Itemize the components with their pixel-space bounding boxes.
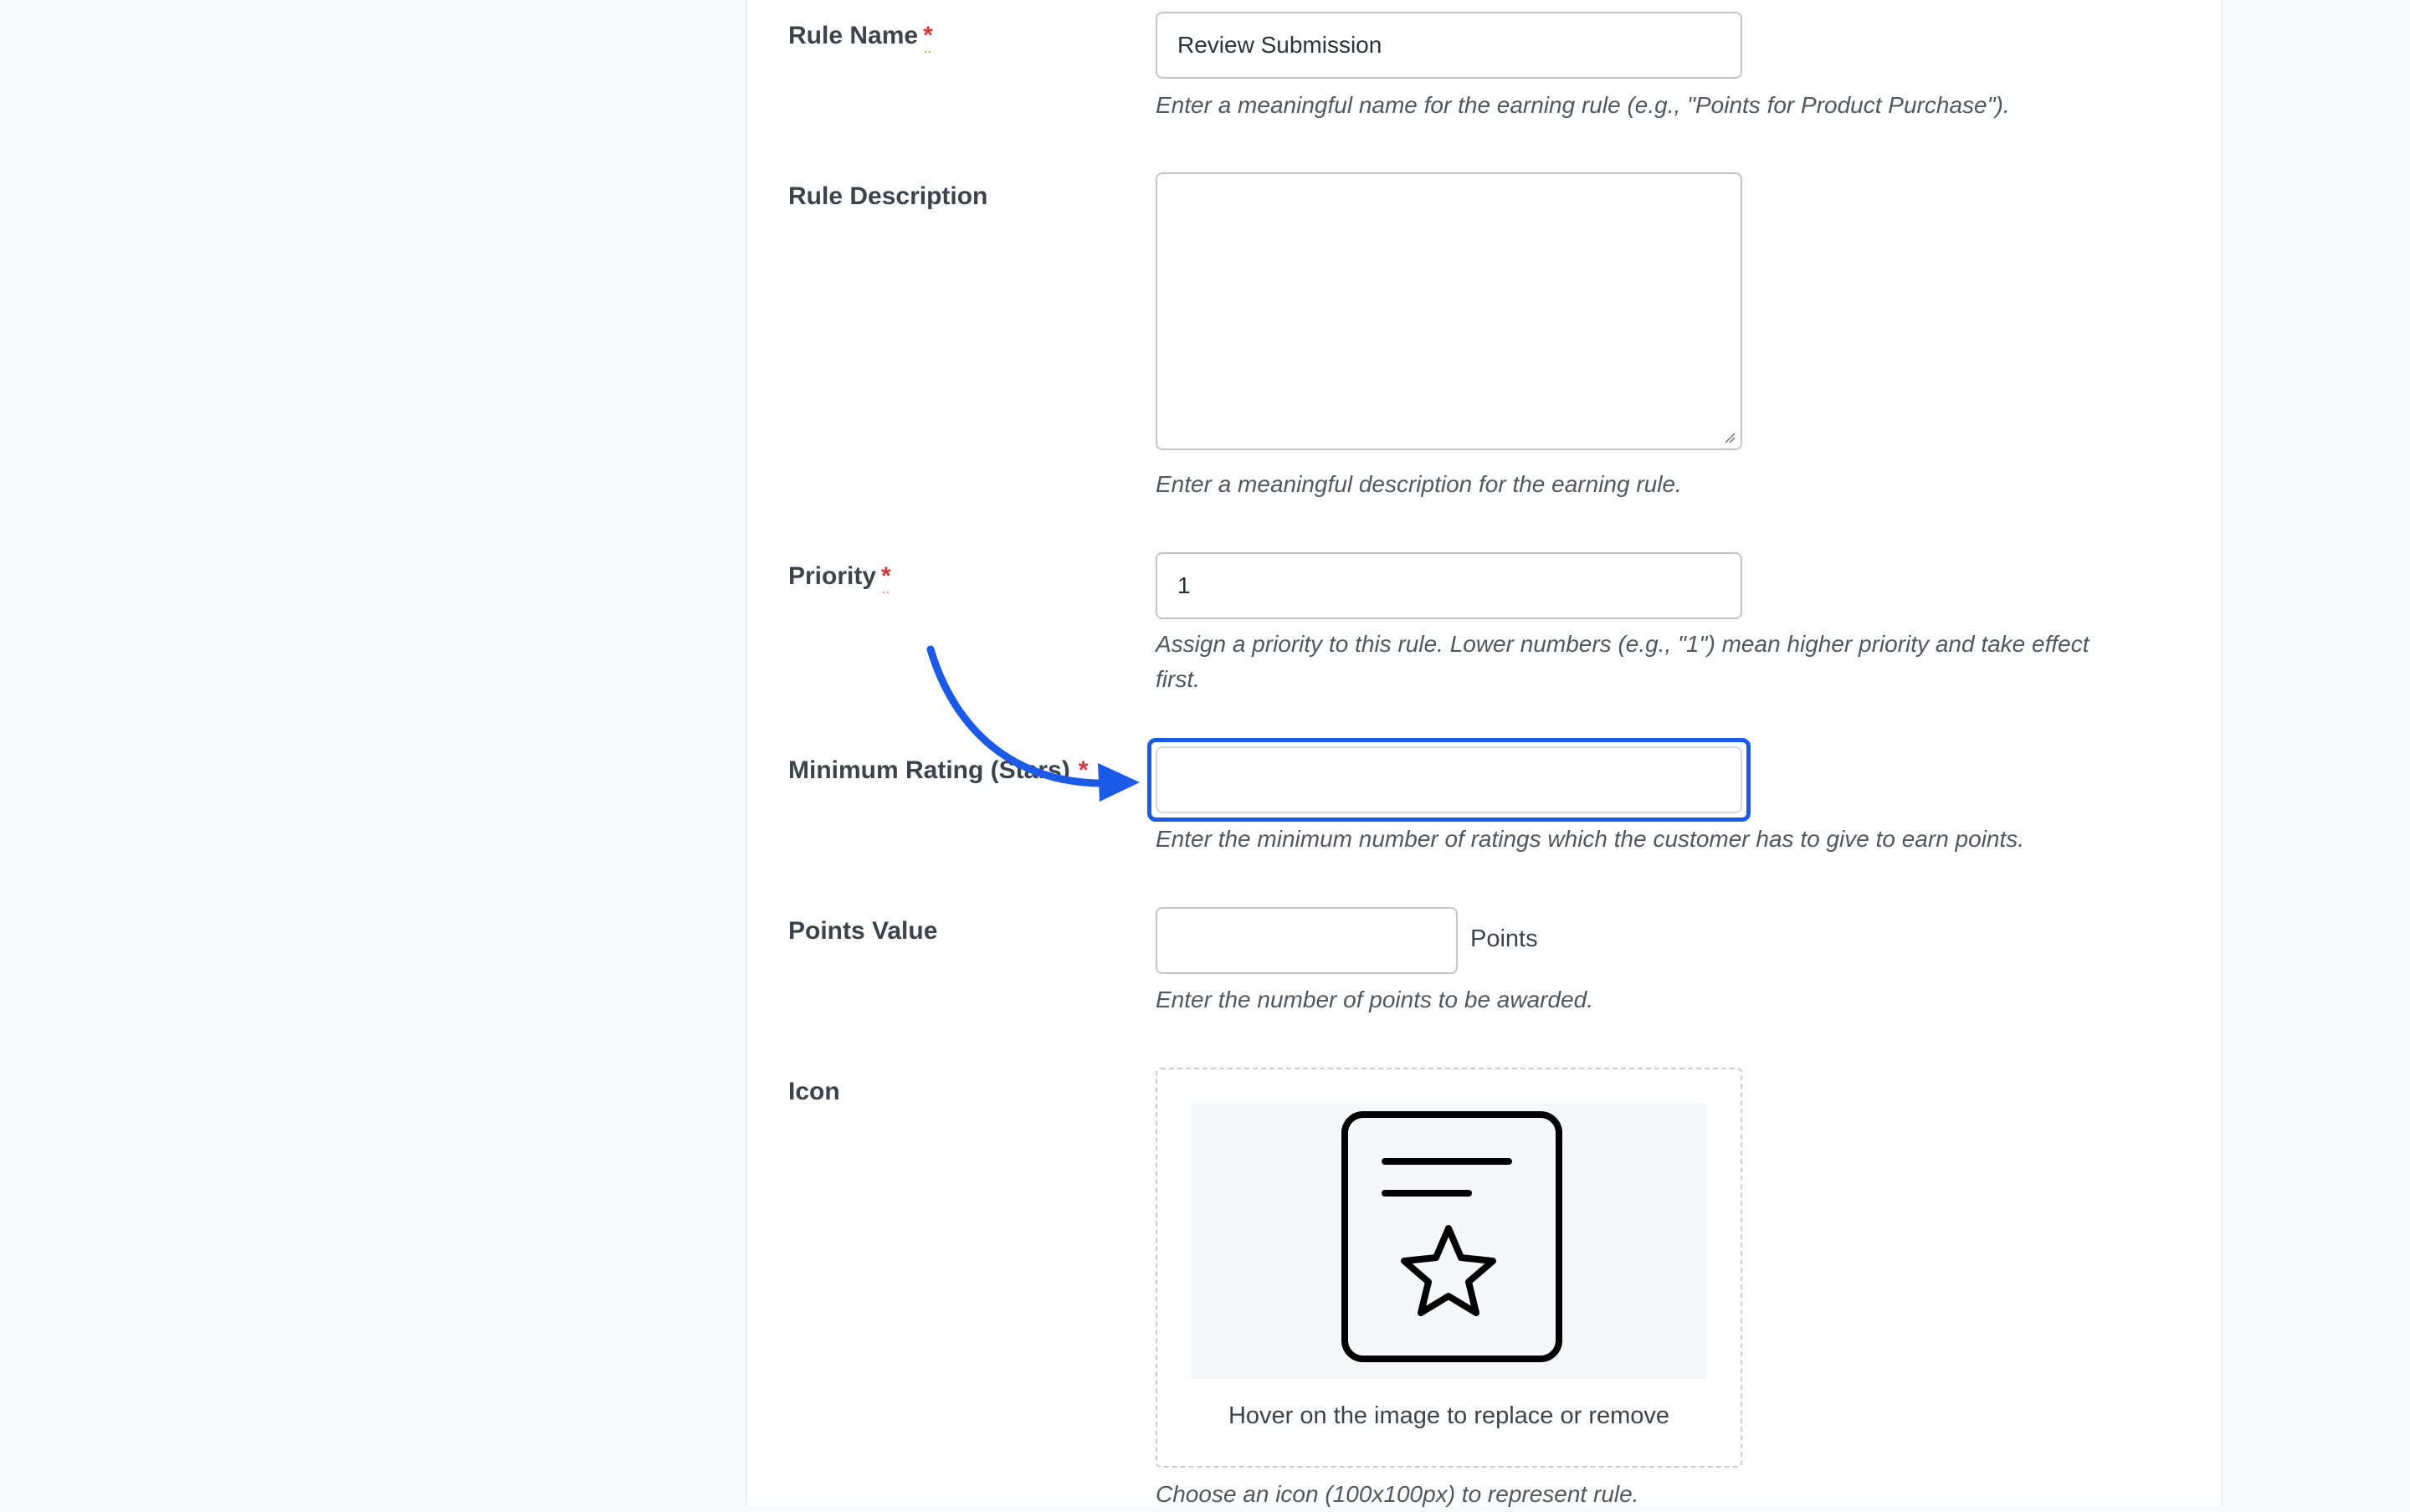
priority-help-line-2: first.	[1156, 666, 1200, 692]
priority-input[interactable]: 1	[1156, 552, 1742, 619]
required-mark: *..	[923, 22, 933, 55]
priority-label: Priority *..	[788, 562, 891, 596]
points-value-label: Points Value	[788, 917, 938, 945]
priority-help-line-1: Assign a priority to this rule. Lower nu…	[1156, 631, 2090, 657]
minimum-rating-help: Enter the minimum number of ratings whic…	[1156, 826, 2025, 852]
annotation-arrow-icon	[926, 645, 1140, 802]
resize-handle-icon[interactable]	[1724, 432, 1736, 443]
rule-description-label: Rule Description	[788, 182, 988, 210]
rule-name-input[interactable]: Review Submission	[1156, 12, 1742, 79]
rule-name-label: Rule Name *..	[788, 22, 933, 55]
rule-description-textarea[interactable]	[1156, 172, 1742, 450]
rule-name-help: Enter a meaningful name for the earning …	[1156, 92, 2010, 118]
icon-preview[interactable]	[1191, 1103, 1707, 1379]
icon-help: Choose an icon (100x100px) to represent …	[1156, 1481, 1639, 1507]
icon-label: Icon	[788, 1078, 840, 1105]
rule-description-help: Enter a meaningful description for the e…	[1156, 471, 1682, 497]
review-star-document-icon	[1341, 1111, 1562, 1362]
points-value-help: Enter the number of points to be awarded…	[1156, 987, 1593, 1012]
icon-upload-box[interactable]: Hover on the image to replace or remove	[1156, 1068, 1742, 1468]
required-mark: *..	[881, 562, 891, 596]
focus-highlight	[1147, 738, 1751, 822]
icon-caption: Hover on the image to replace or remove	[1228, 1402, 1670, 1429]
points-suffix: Points	[1470, 925, 1538, 952]
points-value-input[interactable]	[1156, 907, 1458, 974]
